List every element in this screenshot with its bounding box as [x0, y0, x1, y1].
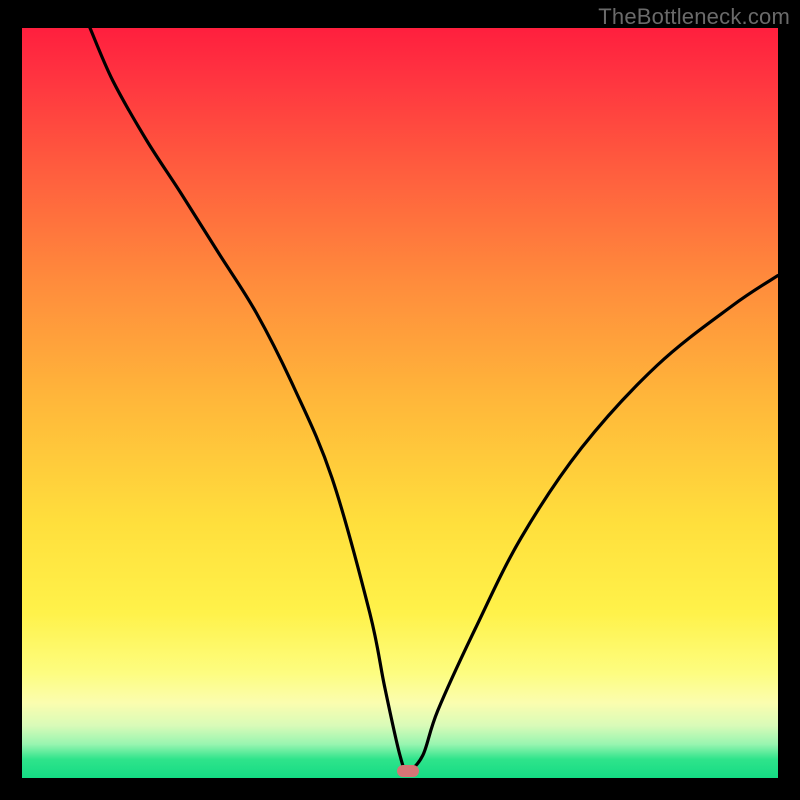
plot-area [22, 28, 778, 778]
watermark-text: TheBottleneck.com [598, 4, 790, 30]
optimum-marker [397, 765, 419, 777]
bottleneck-curve [22, 28, 778, 778]
chart-container: TheBottleneck.com [0, 0, 800, 800]
